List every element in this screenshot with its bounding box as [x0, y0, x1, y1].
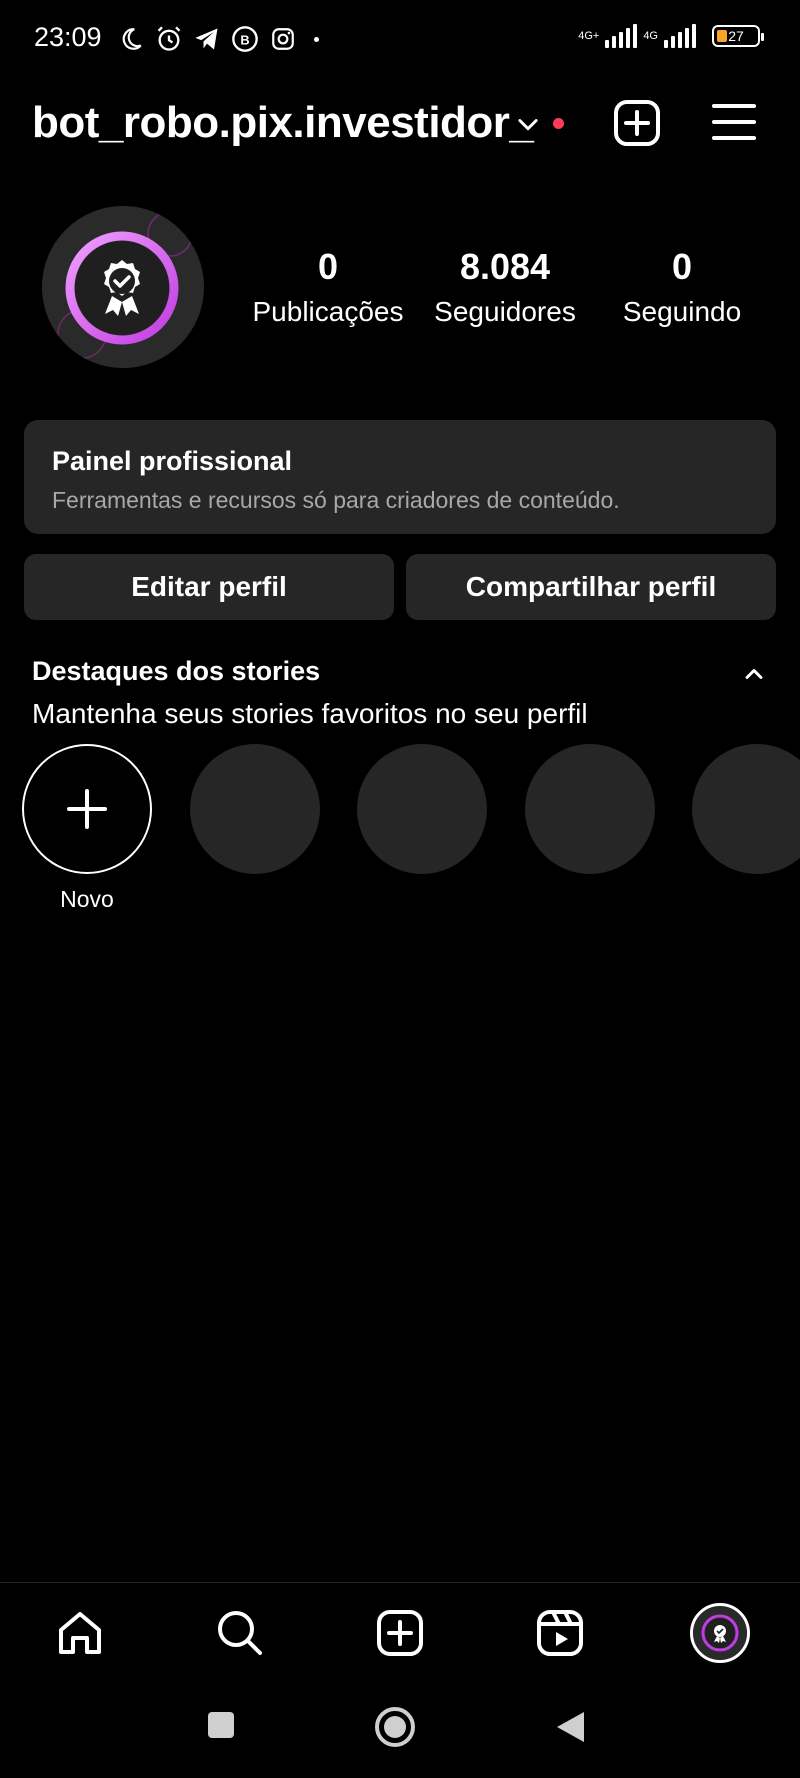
reels-icon[interactable] [532, 1605, 588, 1661]
home-icon[interactable] [52, 1605, 108, 1661]
battery-level: 27 [728, 28, 744, 44]
status-bar: 23:09 B 4G+ 4G 27 [0, 0, 800, 78]
chevron-up-icon[interactable] [740, 660, 768, 688]
system-navigation-bar [0, 1682, 800, 1778]
stat-value: 0 [671, 246, 693, 287]
stat-label: Seguidores [434, 296, 576, 327]
panel-title: Painel profissional [52, 446, 293, 476]
highlights-subtitle: Mantenha seus stories favoritos no seu p… [32, 698, 588, 729]
highlight-placeholder [525, 744, 655, 874]
chevron-down-icon[interactable] [514, 110, 542, 138]
new-highlight-label: Novo [60, 886, 114, 912]
network-label-1: 4G+ [578, 29, 600, 42]
whatsapp-business-icon: B [230, 24, 260, 54]
highlights-title: Destaques dos stories [32, 656, 321, 686]
battery-icon: 27 [712, 25, 764, 47]
highlight-placeholder [190, 744, 320, 874]
profile-avatar[interactable] [42, 206, 204, 368]
share-profile-button[interactable]: Compartilhar perfil [406, 554, 776, 620]
profile-avatar[interactable] [690, 1603, 750, 1663]
search-icon[interactable] [212, 1605, 268, 1661]
highlights-row: Novo [22, 744, 800, 924]
home-button[interactable] [374, 1706, 416, 1753]
status-notification-icons: B [116, 24, 319, 54]
alarm-icon [154, 24, 184, 54]
new-highlight[interactable]: Novo [22, 744, 152, 913]
status-system-icons: 4G+ 4G 27 [578, 24, 764, 48]
professional-dashboard-card[interactable]: Painel profissional Ferramentas e recurs… [24, 420, 776, 534]
stat-followers[interactable]: 8.084 Seguidores [417, 246, 593, 328]
signal-icon-2 [664, 24, 696, 48]
back-button[interactable] [554, 1710, 586, 1749]
moon-icon [116, 24, 146, 54]
stat-value: 8.084 [459, 246, 551, 287]
new-highlight-button[interactable] [22, 744, 152, 874]
status-time: 23:09 [34, 22, 102, 52]
more-notifications-dot [314, 36, 319, 42]
stat-following[interactable]: 0 Seguindo [594, 246, 770, 328]
profile-header: bot_robo.pix.investidor_ [0, 82, 800, 164]
recents-button[interactable] [206, 1710, 236, 1745]
stat-label: Seguindo [622, 296, 742, 327]
stat-posts[interactable]: 0 Publicações [240, 246, 416, 328]
telegram-icon [192, 24, 222, 54]
account-switcher-username[interactable]: bot_robo.pix.investidor_ [32, 98, 534, 148]
panel-subtitle: Ferramentas e recursos só para criadores… [52, 487, 620, 513]
edit-profile-button[interactable]: Editar perfil [24, 554, 394, 620]
highlight-placeholder [357, 744, 487, 874]
stat-label: Publicações [252, 296, 404, 327]
stat-value: 0 [317, 246, 339, 287]
signal-icon-1 [605, 24, 638, 48]
profile-action-buttons: Editar perfil Compartilhar perfil [24, 554, 776, 620]
bottom-navigation [0, 1582, 800, 1682]
plus-icon [67, 789, 107, 829]
highlight-placeholder [692, 744, 800, 874]
profile-stats: 0 Publicações 8.084 Seguidores 0 Seguind… [240, 246, 770, 328]
create-post-button[interactable] [612, 98, 662, 148]
create-icon[interactable] [372, 1605, 428, 1661]
network-label-2: 4G [643, 29, 658, 42]
svg-text:B: B [240, 32, 249, 47]
menu-icon[interactable] [712, 102, 756, 142]
notification-dot [553, 118, 564, 129]
instagram-icon [268, 24, 298, 54]
